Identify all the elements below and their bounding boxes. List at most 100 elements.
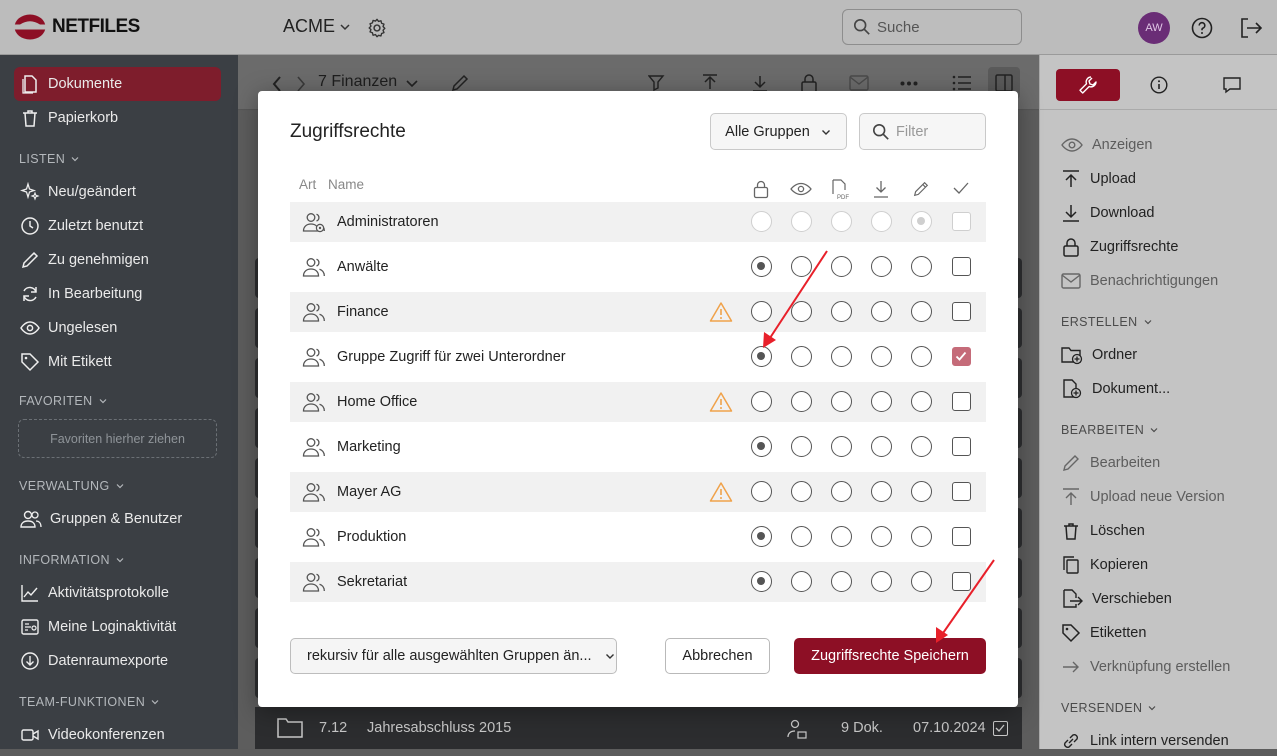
permission-radio[interactable] xyxy=(791,301,812,322)
permission-radio[interactable] xyxy=(791,526,812,547)
approve-checkbox[interactable] xyxy=(952,212,971,231)
permission-radio[interactable] xyxy=(871,301,892,322)
sidebar-item-mit-etikett[interactable]: Mit Etikett xyxy=(14,345,221,379)
section-verwaltung[interactable]: VERWALTUNG xyxy=(19,479,126,493)
mail-icon[interactable] xyxy=(849,75,869,91)
action-upload[interactable]: Upload xyxy=(1061,164,1136,194)
action-download[interactable]: Download xyxy=(1061,198,1155,228)
permission-radio[interactable] xyxy=(871,571,892,592)
comment-icon[interactable] xyxy=(1222,76,1242,94)
group-row[interactable]: Anwälte xyxy=(290,247,986,287)
sidebar-item-loginaktivitaet[interactable]: Meine Loginaktivität xyxy=(14,610,221,644)
action-etiketten[interactable]: Etiketten xyxy=(1061,618,1146,648)
permission-radio[interactable] xyxy=(911,391,932,412)
permission-radio[interactable] xyxy=(791,346,812,367)
action-dokument[interactable]: Dokument... xyxy=(1061,374,1170,404)
permission-radio[interactable] xyxy=(831,481,852,502)
app-logo[interactable]: NETFILES xyxy=(14,14,140,40)
permission-radio[interactable] xyxy=(791,481,812,502)
permission-radio[interactable] xyxy=(751,211,772,232)
permission-radio[interactable] xyxy=(911,346,932,367)
approve-checkbox[interactable] xyxy=(952,257,971,276)
list-view-icon[interactable] xyxy=(952,75,972,91)
group-filter-select[interactable]: Alle Gruppen xyxy=(710,113,847,150)
action-bearbeiten[interactable]: Bearbeiten xyxy=(1061,448,1160,478)
permission-radio[interactable] xyxy=(751,436,772,457)
permission-radio[interactable] xyxy=(831,526,852,547)
permission-radio[interactable] xyxy=(871,436,892,457)
permission-radio[interactable] xyxy=(911,211,932,232)
permission-radio[interactable] xyxy=(831,211,852,232)
lock-icon[interactable] xyxy=(800,73,818,93)
action-link-intern-versenden[interactable]: Link intern versenden xyxy=(1061,726,1229,756)
help-icon[interactable] xyxy=(1191,17,1213,39)
permission-radio[interactable] xyxy=(751,526,772,547)
approve-checkbox[interactable] xyxy=(952,482,971,501)
section-listen[interactable]: LISTEN xyxy=(19,152,81,166)
group-row[interactable]: Gruppe Zugriff für zwei Unterordner xyxy=(290,337,986,377)
permission-radio[interactable] xyxy=(751,571,772,592)
sidebar-item-gruppen-benutzer[interactable]: Gruppen & Benutzer xyxy=(14,502,221,536)
settings-gear-icon[interactable] xyxy=(366,17,388,39)
permission-radio[interactable] xyxy=(911,481,932,502)
permission-radio[interactable] xyxy=(751,391,772,412)
sidebar-item-neu-geaendert[interactable]: Neu/geändert xyxy=(14,175,221,209)
info-icon[interactable] xyxy=(1150,76,1168,94)
favorites-drop-zone[interactable]: Favoriten hierher ziehen xyxy=(18,419,217,458)
section-team-funktionen[interactable]: TEAM-FUNKTIONEN xyxy=(19,695,161,709)
sidebar-item-in-bearbeitung[interactable]: In Bearbeitung xyxy=(14,277,221,311)
group-row[interactable]: Home Office xyxy=(290,382,986,422)
tab-actions[interactable] xyxy=(1056,69,1120,101)
permission-radio[interactable] xyxy=(911,571,932,592)
download-icon[interactable] xyxy=(750,73,770,93)
section-favoriten[interactable]: FAVORITEN xyxy=(19,394,109,408)
permission-radio[interactable] xyxy=(791,571,812,592)
action-anzeigen[interactable]: Anzeigen xyxy=(1061,130,1152,160)
user-avatar[interactable]: AW xyxy=(1138,12,1170,44)
permission-radio[interactable] xyxy=(871,346,892,367)
approve-checkbox[interactable] xyxy=(952,572,971,591)
permission-radio[interactable] xyxy=(751,301,772,322)
permission-radio[interactable] xyxy=(791,391,812,412)
permission-radio[interactable] xyxy=(871,211,892,232)
permission-radio[interactable] xyxy=(911,256,932,277)
approve-checkbox[interactable] xyxy=(952,302,971,321)
section-erstellen[interactable]: ERSTELLEN xyxy=(1061,315,1154,329)
folder-row[interactable]: 7.12 Jahresabschluss 2015 9 Dok. 07.10.2… xyxy=(255,707,1022,749)
sidebar-item-datenraumexporte[interactable]: Datenraumexporte xyxy=(14,644,221,678)
approve-checkbox[interactable] xyxy=(952,347,971,366)
group-row[interactable]: Marketing xyxy=(290,427,986,467)
recursive-apply-select[interactable]: rekursiv für alle ausgewählten Gruppen ä… xyxy=(290,638,617,674)
permission-radio[interactable] xyxy=(751,256,772,277)
permission-radio[interactable] xyxy=(751,481,772,502)
section-bearbeiten[interactable]: BEARBEITEN xyxy=(1061,423,1160,437)
chevron-down-icon[interactable] xyxy=(405,78,419,90)
action-upload-neue-version[interactable]: Upload neue Version xyxy=(1061,482,1225,512)
save-access-rights-button[interactable]: Zugriffsrechte Speichern xyxy=(794,638,986,674)
permission-radio[interactable] xyxy=(791,211,812,232)
action-zugriffsrechte[interactable]: Zugriffsrechte xyxy=(1061,232,1178,262)
permission-radio[interactable] xyxy=(831,391,852,412)
more-icon[interactable] xyxy=(900,81,918,86)
permission-radio[interactable] xyxy=(831,256,852,277)
permission-radio[interactable] xyxy=(871,391,892,412)
group-row[interactable]: Administratoren xyxy=(290,202,986,242)
upload-icon[interactable] xyxy=(700,73,720,93)
action-verschieben[interactable]: Verschieben xyxy=(1061,584,1172,614)
permission-radio[interactable] xyxy=(871,481,892,502)
row-checkbox[interactable] xyxy=(993,721,1008,736)
sidebar-item-videokonferenzen[interactable]: Videokonferenzen xyxy=(14,718,221,752)
sidebar-item-zuletzt-benutzt[interactable]: Zuletzt benutzt xyxy=(14,209,221,243)
action-benachrichtigungen[interactable]: Benachrichtigungen xyxy=(1061,266,1218,296)
sidebar-item-dokumente[interactable]: Dokumente xyxy=(14,67,221,101)
section-versenden[interactable]: VERSENDEN xyxy=(1061,701,1158,715)
group-row[interactable]: Sekretariat xyxy=(290,562,986,602)
permission-radio[interactable] xyxy=(911,436,932,457)
breadcrumb[interactable]: 7 Finanzen xyxy=(318,73,397,91)
group-row[interactable]: Finance xyxy=(290,292,986,332)
filter-icon[interactable] xyxy=(648,74,668,92)
group-row[interactable]: Produktion xyxy=(290,517,986,557)
permission-radio[interactable] xyxy=(911,301,932,322)
approve-checkbox[interactable] xyxy=(952,392,971,411)
sidebar-item-aktivitaetsprotokolle[interactable]: Aktivitätsprotokolle xyxy=(14,576,221,610)
